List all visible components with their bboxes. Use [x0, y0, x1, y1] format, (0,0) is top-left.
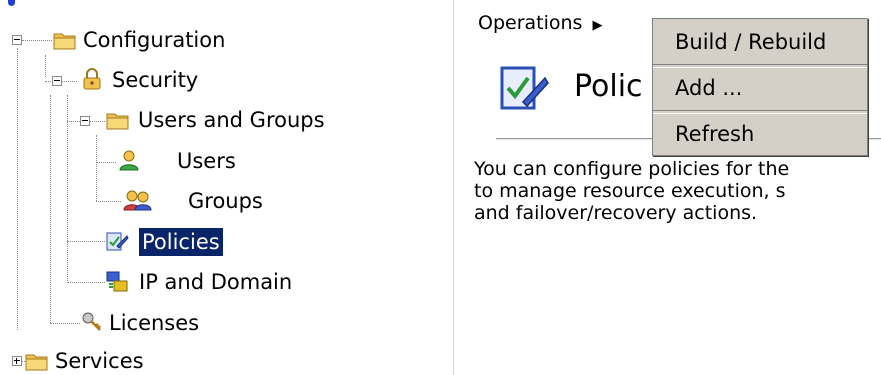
tree-guide: [17, 48, 18, 330]
tree-guide: [67, 282, 105, 283]
folder-icon: [25, 354, 48, 371]
collapse-toggle[interactable]: [52, 76, 62, 86]
breadcrumb-arrow-icon: ▶: [592, 18, 603, 33]
tree-item-label: IP and Domain: [139, 270, 293, 294]
policy-icon: [500, 66, 549, 110]
tree-item-label: Configuration: [83, 28, 226, 52]
collapse-toggle[interactable]: [80, 116, 90, 126]
lock-icon: [83, 68, 101, 90]
tree-guide: [96, 135, 97, 201]
folder-icon: [53, 33, 76, 50]
network-icon: [106, 271, 128, 292]
collapse-toggle[interactable]: [12, 35, 22, 45]
tree-guide: [96, 162, 116, 163]
policy-icon: [106, 232, 129, 251]
tree-guide: [67, 95, 68, 283]
folder-icon: [106, 113, 129, 130]
tree-guide: [67, 241, 105, 242]
menu-item-add[interactable]: Add ...: [653, 68, 867, 108]
description-line: to manage resource execution, s: [474, 180, 786, 202]
description-line: and failover/recovery actions.: [474, 202, 758, 224]
user-icon: [119, 150, 139, 171]
tree-guide: [62, 81, 77, 82]
pane-divider: [453, 0, 454, 375]
description-line: You can configure policies for the: [474, 158, 790, 180]
tree-item-label: Groups: [188, 189, 263, 213]
tree-guide: [96, 201, 121, 202]
tree-item-label: Users: [177, 149, 236, 173]
group-icon: [123, 190, 152, 211]
page-title: Polic: [574, 69, 643, 104]
tree-item-label: Users and Groups: [138, 108, 325, 132]
tree-guide: [50, 323, 80, 324]
breadcrumb: Operations ▶: [478, 10, 603, 39]
context-menu: Build / Rebuild Add ... Refresh: [652, 18, 868, 156]
expand-toggle[interactable]: [12, 356, 22, 366]
tree-item-label: Policies: [139, 228, 223, 256]
tree-guide: [90, 121, 105, 122]
menu-item-build-rebuild[interactable]: Build / Rebuild: [653, 22, 867, 62]
breadcrumb-operations[interactable]: Operations: [478, 12, 582, 34]
tree-guide: [50, 95, 51, 323]
tree-guide: [22, 40, 52, 41]
key-icon: [82, 312, 101, 331]
tree-item-label: Security: [112, 68, 199, 92]
partial-icon: [8, 0, 15, 6]
menu-item-refresh[interactable]: Refresh: [653, 114, 867, 154]
tree-item-label: Licenses: [109, 311, 200, 335]
tree-item-label: Services: [55, 349, 144, 373]
tree-guide: [45, 55, 46, 77]
